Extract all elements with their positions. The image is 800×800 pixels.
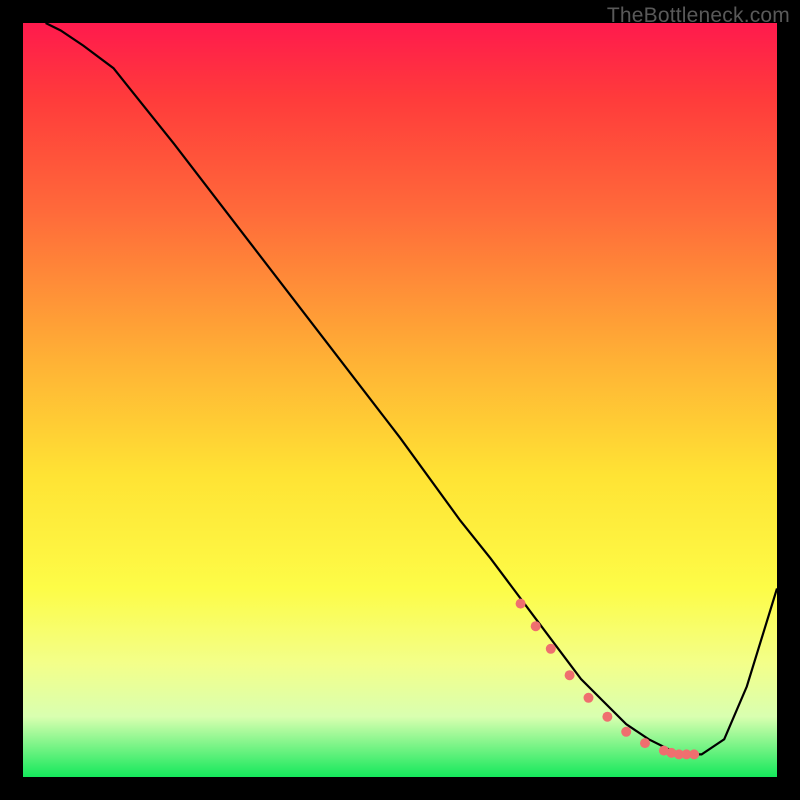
highlight-dot <box>565 670 575 680</box>
highlight-dot <box>621 727 631 737</box>
highlight-dot <box>516 599 526 609</box>
highlight-dot <box>674 749 684 759</box>
bottleneck-curve <box>46 23 777 754</box>
highlight-dot <box>682 749 692 759</box>
highlight-dot <box>666 748 676 758</box>
highlight-dot <box>546 644 556 654</box>
highlight-dot <box>640 738 650 748</box>
chart-svg <box>23 23 777 777</box>
highlight-dot <box>531 621 541 631</box>
highlight-dot <box>584 693 594 703</box>
highlight-dot <box>602 712 612 722</box>
watermark-text: TheBottleneck.com <box>607 4 790 28</box>
highlight-dot <box>659 746 669 756</box>
chart-plot-area <box>23 23 777 777</box>
highlight-dots <box>516 599 700 760</box>
highlight-dot <box>689 749 699 759</box>
